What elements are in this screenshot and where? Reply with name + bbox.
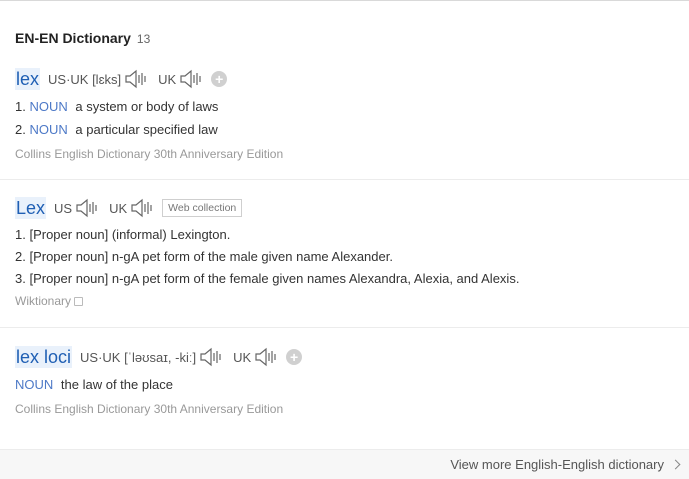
headword[interactable]: lex [15,68,41,90]
definition-list: NOUN the law of the place [15,373,689,396]
plus-icon[interactable]: + [286,349,303,365]
headword[interactable]: lex loci [15,346,73,368]
definition-number: 1. [15,227,26,242]
phonetic-text: US·UK [lɛks] [48,71,122,87]
phonetic-text: US·UK [ˈləʊsaɪ, -kiː] [80,349,197,365]
pronunciation-uk: UK [158,69,203,89]
result-count: 13 [136,32,151,46]
uk-label: UK [109,200,128,216]
speaker-icon[interactable] [254,347,278,367]
speaker-icon[interactable] [130,198,154,218]
dictionary-header: EN-EN Dictionary 13 [15,30,150,50]
definition-text: the law of the place [60,377,173,392]
definition-number: 3. [15,271,26,286]
definition-text: a system or body of laws [75,99,219,114]
speaker-icon[interactable] [199,347,223,367]
definition-number: 2. [15,249,26,264]
definition-item: 3. [Proper noun] n-gA pet form of the fe… [15,268,689,290]
source-text: Collins English Dictionary 30th Annivers… [15,147,284,161]
view-more-link[interactable]: View more English-English dictionary [450,457,681,472]
view-more-text[interactable]: View more English-English dictionary [450,457,664,472]
part-of-speech: NOUN [29,122,68,137]
definition-text: a particular specified law [75,122,218,137]
definition-list: 1. [Proper noun] (informal) Lexington. 2… [15,224,689,290]
divider [0,179,689,180]
source-text[interactable]: Wiktionary [15,294,71,308]
definition-item: NOUN the law of the place [15,373,689,396]
divider [0,327,689,328]
external-link-icon[interactable] [74,296,84,306]
speaker-icon[interactable] [124,69,148,89]
pronunciation-us-uk: US·UK [ˈləʊsaɪ, -kiː] [80,347,223,367]
part-of-speech: NOUN [15,377,54,392]
pronunciation-uk: UK [233,347,278,367]
source-label: Collins English Dictionary 30th Annivers… [15,402,689,416]
us-label: US [54,200,73,216]
pronunciation-uk: UK [109,198,154,218]
pronunciation-us-uk: US·UK [lɛks] [48,69,148,89]
chevron-right-icon[interactable] [670,459,681,470]
definition-text: [Proper noun] n-gA pet form of the femal… [29,271,520,286]
definition-text: [Proper noun] n-gA pet form of the male … [29,249,393,264]
definition-list: 1. NOUN a system or body of laws 2. NOUN… [15,95,689,141]
definition-item: 2. [Proper noun] n-gA pet form of the ma… [15,246,689,268]
definition-number: 1. [15,99,26,114]
speaker-icon[interactable] [75,198,99,218]
source-tag: Web collection [162,199,243,217]
definition-number: 2. [15,122,26,137]
footer-bar: View more English-English dictionary [0,449,689,479]
uk-label: UK [158,71,177,87]
definition-item: 2. NOUN a particular specified law [15,118,689,141]
headword[interactable]: Lex [15,197,47,219]
uk-label: UK [233,349,252,365]
dictionary-panel: EN-EN Dictionary 13 lex US·UK [lɛks] UK … [0,0,689,479]
definition-text: [Proper noun] (informal) Lexington. [29,227,231,242]
entry-lex-loci: lex loci US·UK [ˈləʊsaɪ, -kiː] UK + NOUN… [15,345,689,416]
source-label: Collins English Dictionary 30th Annivers… [15,147,689,161]
entry-lex: lex US·UK [lɛks] UK + 1. NOUN a system o… [15,67,689,161]
source-label[interactable]: Wiktionary [15,294,689,308]
part-of-speech: NOUN [29,99,68,114]
plus-icon[interactable]: + [211,71,228,87]
entry-Lex: Lex US UK Web collection 1. [Proper noun… [15,196,689,308]
speaker-icon[interactable] [179,69,203,89]
pronunciation-us: US [54,198,99,218]
definition-item: 1. [Proper noun] (informal) Lexington. [15,224,689,246]
source-text: Collins English Dictionary 30th Annivers… [15,402,284,416]
definition-item: 1. NOUN a system or body of laws [15,95,689,118]
dictionary-title: EN-EN Dictionary [15,30,131,46]
